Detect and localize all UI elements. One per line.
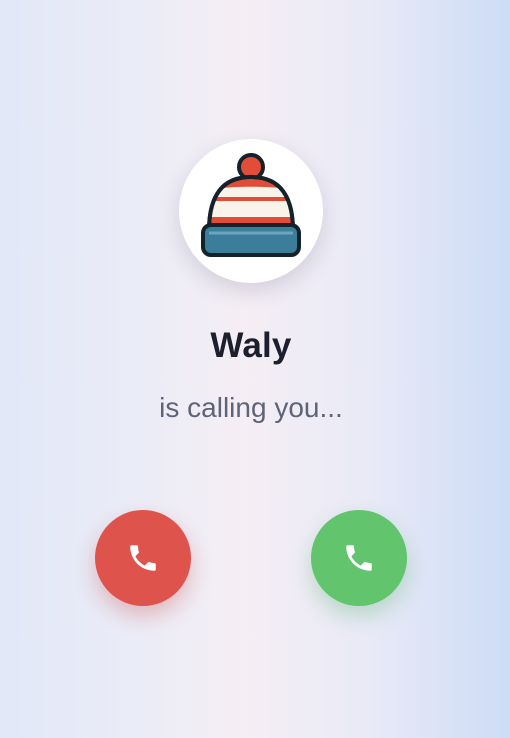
caller-name: Waly (210, 326, 292, 365)
phone-icon (130, 545, 156, 571)
accept-call-button[interactable] (311, 510, 407, 606)
incoming-call-screen: Waly is calling you... (0, 0, 510, 738)
decline-call-button[interactable] (95, 510, 191, 606)
call-status: is calling you... (159, 392, 343, 423)
phone-icon (346, 545, 372, 571)
caller-avatar (179, 139, 323, 283)
winter-hat-icon (201, 153, 301, 257)
